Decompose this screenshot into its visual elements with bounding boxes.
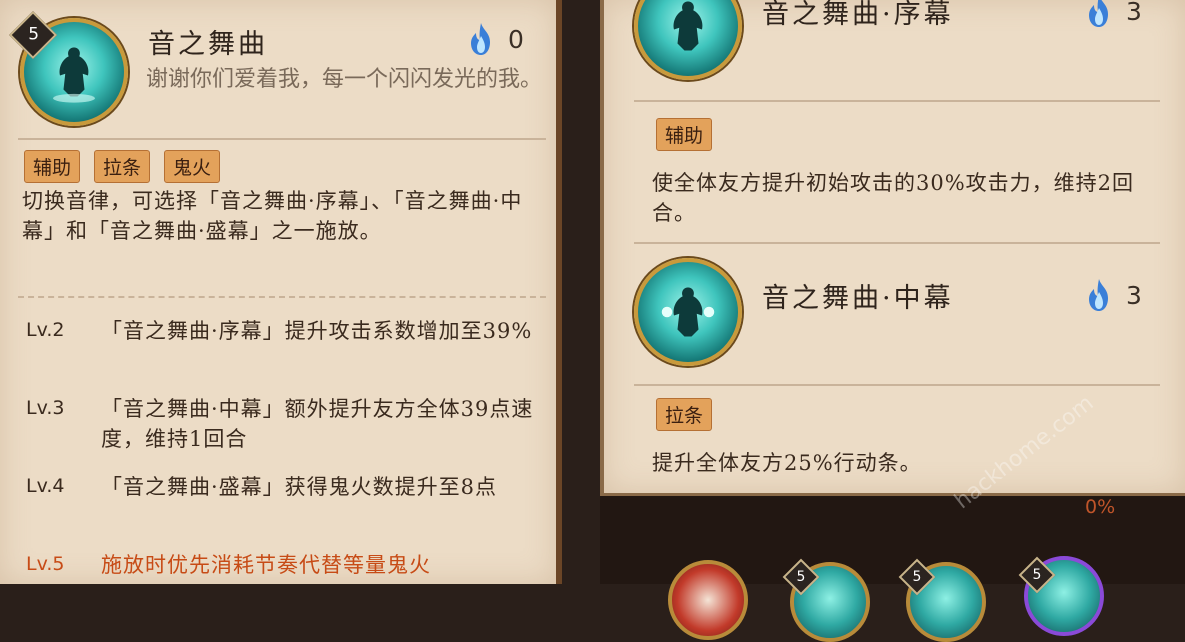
progress-percent: 0% [1085,496,1116,518]
fire-cost: 0 [468,22,524,56]
level-row: Lv.4 「音之舞曲·盛幕」获得鬼火数提升至8点 [26,472,546,502]
level-label: Lv.4 [26,475,65,497]
tag-row: 辅助 拉条 鬼火 [24,150,234,183]
tag-row: 辅助 [656,118,726,151]
level-label: Lv.5 [26,553,65,575]
dancer-icon [661,287,715,337]
sub-skill-icon[interactable] [634,0,742,80]
divider [634,384,1160,386]
fire-count: 0 [508,24,524,54]
ghost-fire-icon [471,23,490,55]
level-row: Lv.5 施放时优先消耗节奏代替等量鬼火 [26,550,546,580]
level-row: Lv.3 「音之舞曲·中幕」额外提升友方全体39点速度，维持1回合 [26,394,546,454]
tag-support: 辅助 [656,118,713,151]
tag-fire: 鬼火 [164,150,221,183]
divider [18,296,546,298]
tag-pull: 拉条 [94,150,151,183]
level-text: 「音之舞曲·盛幕」获得鬼火数提升至8点 [101,475,498,499]
fire-cost: 3 [1086,0,1142,28]
ghost-fire-icon [1089,0,1108,27]
fire-cost: 3 [1086,278,1142,312]
skill-title: 音之舞曲 [148,29,268,60]
fire-count: 3 [1126,0,1142,26]
level-label: Lv.3 [26,397,65,419]
level-label: Lv.2 [26,319,65,341]
tag-support: 辅助 [24,150,81,183]
sub-skill-title: 音之舞曲·中幕 [762,283,954,314]
divider [634,242,1160,244]
level-text: 「音之舞曲·中幕」额外提升友方全体39点速度，维持1回合 [101,397,534,451]
tag-pull: 拉条 [656,398,713,431]
divider [634,100,1160,102]
ghost-fire-icon [1089,279,1108,311]
skill-slot-1[interactable] [668,560,748,640]
sub-skill-title: 音之舞曲·序幕 [762,0,954,30]
skill-effect: 切换音律，可选择「音之舞曲·序幕」、「音之舞曲·中幕」和「音之舞曲·盛幕」之一施… [22,189,523,243]
sub-skill-panel: 音之舞曲·序幕 3 辅助 使全体友方提升初始攻击的30%攻击力，维持2回合。 音… [600,0,1185,496]
skill-description: 谢谢你们爱着我，每一个闪闪发光的我。 [146,67,543,92]
fire-count: 3 [1126,280,1142,310]
level-text: 施放时优先消耗节奏代替等量鬼火 [101,553,431,577]
sub-skill-icon[interactable] [634,258,742,366]
level-text: 「音之舞曲·序幕」提升攻击系数增加至39% [101,319,533,343]
dancer-icon [53,47,95,103]
divider [18,138,546,140]
skill-detail-panel: 5 音之舞曲 0 谢谢你们爱着我，每一个闪闪发光的我。 辅助 拉条 鬼火 切换音律，… [0,0,562,584]
tag-row: 拉条 [656,398,726,431]
level-row: Lv.2 「音之舞曲·序幕」提升攻击系数增加至39% [26,316,546,346]
sub-skill-effect: 使全体友方提升初始攻击的30%攻击力，维持2回合。 [652,171,1135,225]
dancer-icon [673,1,703,51]
sub-skill-effect: 提升全体友方25%行动条。 [652,451,922,475]
